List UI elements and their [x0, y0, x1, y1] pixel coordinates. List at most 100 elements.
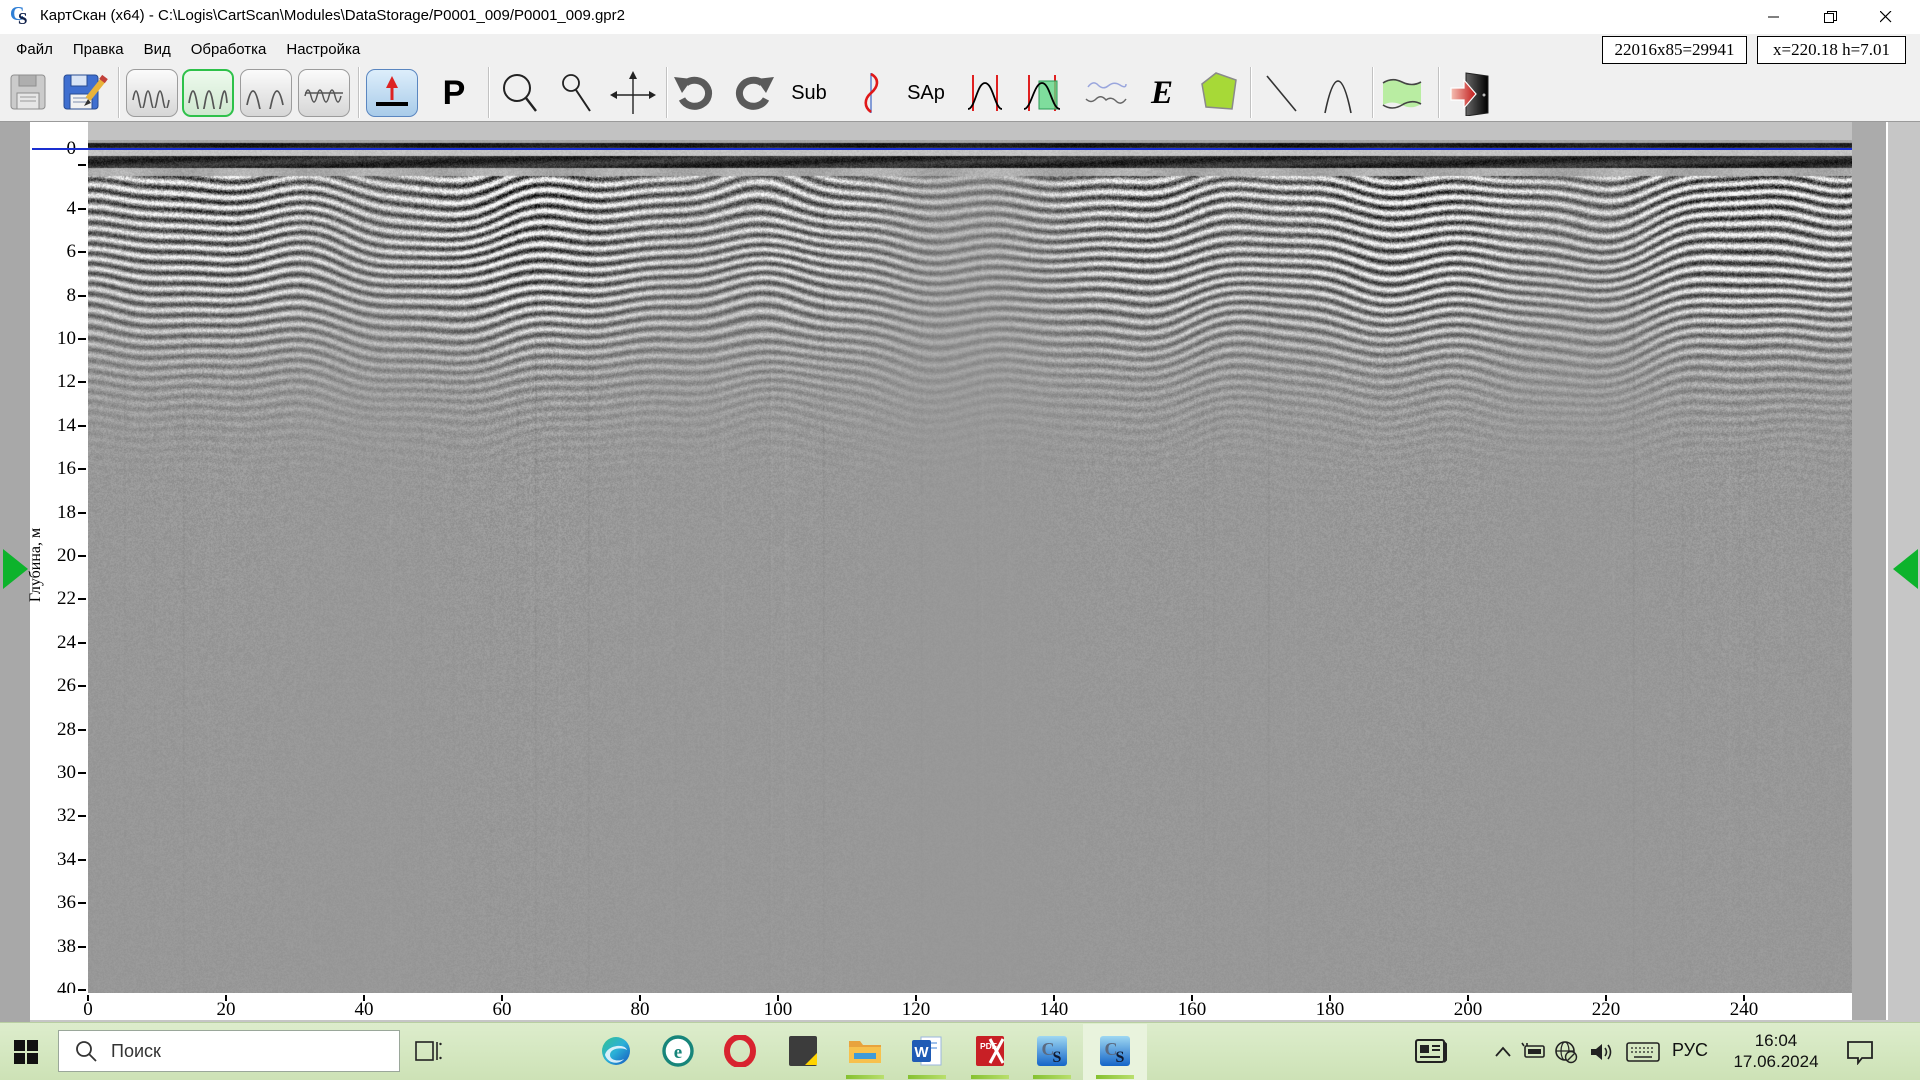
polygon-icon: [1201, 72, 1237, 110]
wave-dense-icon: [132, 90, 170, 108]
clock[interactable]: 16:04 17.06.2024: [1728, 1030, 1824, 1072]
toolbar-separator: [118, 67, 120, 118]
cartscan-icon: C S: [1100, 1036, 1130, 1066]
x-tick-label: 60: [492, 999, 512, 1020]
y-tick: [78, 294, 86, 297]
y-tick: [78, 164, 86, 167]
tray-expand-button[interactable]: [1494, 1045, 1512, 1063]
sap-button[interactable]: SAp: [900, 69, 952, 117]
exit-door-icon: [1450, 72, 1489, 116]
taskbar-icon-cartscan-1[interactable]: C S: [1035, 1034, 1069, 1068]
time-zero-button[interactable]: [366, 69, 418, 117]
language-indicator[interactable]: РУС: [1672, 1040, 1708, 1061]
x-tick-label: 180: [1315, 999, 1345, 1020]
taskbar-icon-cartscan-2-active[interactable]: C S: [1098, 1034, 1132, 1068]
notification-bubble-icon: [1847, 1041, 1873, 1066]
save-button[interactable]: [8, 69, 50, 117]
menu-file[interactable]: Файл: [6, 37, 63, 62]
start-button[interactable]: [14, 1040, 38, 1069]
network-status[interactable]: [1553, 1039, 1579, 1070]
running-indicator: [846, 1075, 884, 1079]
bandpass-filter-button[interactable]: [966, 69, 1004, 117]
restore-button[interactable]: [1802, 0, 1858, 34]
smoothing-button[interactable]: [1084, 69, 1128, 117]
speaker-icon: [1591, 1044, 1612, 1060]
hyperbola-icon: [1324, 80, 1352, 114]
x-tick-label: 220: [1591, 999, 1621, 1020]
wave-medium-icon: [188, 90, 228, 109]
x-tick-label: 240: [1729, 999, 1759, 1020]
search-input[interactable]: Поиск: [58, 1030, 400, 1072]
menu-processing[interactable]: Обработка: [181, 37, 277, 62]
volume-status[interactable]: [1589, 1041, 1617, 1068]
bandpass-region-button[interactable]: [1022, 69, 1062, 117]
y-tick-label: 32: [57, 805, 76, 827]
y-tick-label: 38: [57, 935, 76, 957]
battery-status[interactable]: [1521, 1042, 1547, 1065]
running-indicator: [908, 1075, 946, 1079]
trace-correction-button[interactable]: [856, 69, 886, 117]
squiggle-lines-icon: [1085, 82, 1127, 104]
p-tool-button[interactable]: P: [432, 69, 476, 117]
polygon-tool-button[interactable]: [1198, 69, 1240, 117]
y-tick: [78, 511, 86, 514]
taskbar-icon-pdf[interactable]: PDF: [973, 1034, 1007, 1068]
edge-logo-icon: [602, 1037, 630, 1065]
radargram-canvas[interactable]: [88, 140, 1852, 993]
wiggle-view-4-button[interactable]: [298, 69, 350, 117]
notification-center-button[interactable]: [1846, 1039, 1874, 1070]
taskbar: Поиск e W PDF C S C S РУС 16:04 17.06.20…: [0, 1022, 1920, 1080]
close-button[interactable]: [1858, 0, 1914, 34]
search-placeholder: Поиск: [111, 1040, 161, 1061]
redo-button[interactable]: [728, 69, 776, 117]
wiggle-view-3-button[interactable]: [240, 69, 292, 117]
y-tick: [78, 598, 86, 601]
zoom-in-button[interactable]: [498, 69, 540, 117]
y-tick: [78, 338, 86, 340]
time-zero-frame: [366, 69, 418, 117]
envelope-button[interactable]: E: [1144, 69, 1180, 117]
scroll-left-arrow[interactable]: [3, 549, 28, 589]
x-tick-label: 200: [1453, 999, 1483, 1020]
menu-view[interactable]: Вид: [134, 37, 181, 62]
scroll-right-arrow[interactable]: [1893, 549, 1918, 589]
zoom-out-button[interactable]: [556, 69, 598, 117]
redo-icon: [735, 76, 774, 110]
taskbar-icon-word[interactable]: W: [910, 1034, 944, 1068]
close-icon: [1880, 11, 1892, 23]
save-as-button[interactable]: [62, 69, 108, 117]
running-indicator: [971, 1075, 1009, 1079]
wiggle-view-1-button[interactable]: [126, 69, 178, 117]
layer-tool-button[interactable]: [1380, 69, 1424, 117]
taskbar-icon-opera[interactable]: [723, 1034, 757, 1068]
touch-keyboard-button[interactable]: [1626, 1042, 1660, 1067]
exit-button[interactable]: [1448, 69, 1492, 117]
taskbar-icon-eset[interactable]: e: [661, 1034, 695, 1068]
hyperbola-pick-button[interactable]: [1318, 69, 1358, 117]
x-tick-label: 0: [83, 999, 93, 1020]
menu-edit[interactable]: Правка: [63, 37, 134, 62]
wiggle-view-2-button[interactable]: [182, 69, 234, 117]
windows-logo-icon: [14, 1040, 38, 1064]
taskbar-icon-edge[interactable]: [599, 1034, 633, 1068]
subtract-mean-button[interactable]: Sub: [786, 69, 832, 117]
distance-axis: 0 20 40 60 80 100 120 140 160 180 200 220 240: [30, 993, 1852, 1020]
y-tick-label: 12: [57, 371, 76, 393]
news-widget-button[interactable]: [1414, 1037, 1448, 1070]
menu-settings[interactable]: Настройка: [276, 37, 370, 62]
bandpass-region-icon: [1023, 75, 1061, 111]
undo-button[interactable]: [672, 69, 720, 117]
title-bar: C S КартСкан (x64) - C:\Logis\CartScan\M…: [0, 0, 1920, 34]
y-tick: [78, 772, 86, 774]
line-pick-button[interactable]: [1262, 69, 1302, 117]
task-view-button[interactable]: [414, 1038, 442, 1069]
taskbar-icon-photos-app[interactable]: [786, 1034, 820, 1068]
minimize-button[interactable]: [1746, 0, 1802, 34]
taskbar-icon-explorer[interactable]: [848, 1034, 882, 1068]
y-tick-label: 30: [57, 762, 76, 783]
depth-axis-title-text: Глубина, м: [27, 527, 44, 603]
pan-tool-button[interactable]: [608, 69, 658, 117]
y-tick: [78, 945, 86, 948]
running-indicator: [1033, 1075, 1071, 1079]
save-as-icon: [63, 74, 108, 110]
